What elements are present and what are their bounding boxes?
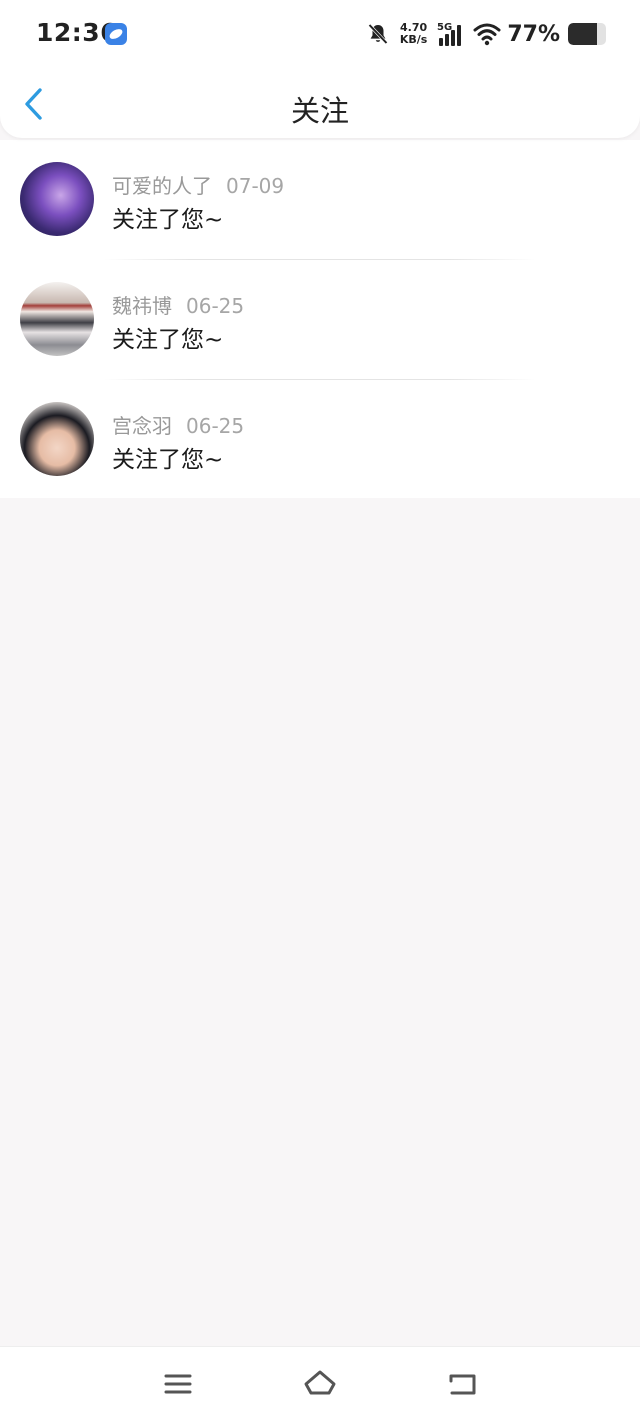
menu-icon[interactable] (161, 1369, 195, 1399)
bell-muted-icon (368, 23, 388, 45)
user-name[interactable]: 魏祎博 (112, 294, 172, 318)
nav-bar: 关注 (0, 70, 640, 138)
avatar[interactable] (20, 402, 94, 476)
item-message: 关注了您~ (112, 207, 224, 233)
battery-percent: 77% (507, 21, 560, 47)
status-icons: 4.70 KB/s 5G 77% (366, 18, 606, 50)
item-meta: 可爱的人了 07-09 (112, 170, 284, 199)
system-nav-bar (0, 1346, 640, 1422)
user-name[interactable]: 宫念羽 (112, 414, 172, 438)
network-type: 5G (437, 22, 452, 33)
app-badge-icon (105, 23, 127, 45)
item-message: 关注了您~ (112, 327, 224, 353)
app-header: 12:36 4.70 KB/s 5G 77% 关注 (0, 0, 640, 138)
item-date: 06-25 (186, 414, 245, 438)
signal-icon: 5G (437, 22, 462, 46)
wifi-icon (473, 23, 501, 46)
item-date: 06-25 (186, 294, 245, 318)
home-icon[interactable] (303, 1369, 337, 1399)
list-item[interactable]: 魏祎博 06-25 关注了您~ (0, 260, 640, 380)
battery-icon (568, 23, 606, 45)
item-message: 关注了您~ (112, 447, 224, 473)
user-name[interactable]: 可爱的人了 (112, 174, 212, 198)
follow-notification-list: 可爱的人了 07-09 关注了您~ 魏祎博 06-25 关注了您~ 宫念羽 06-25… (0, 140, 640, 498)
net-speed: 4.70 KB/s (400, 22, 427, 46)
back-icon[interactable] (445, 1369, 479, 1399)
list-item[interactable]: 可爱的人了 07-09 关注了您~ (0, 140, 640, 260)
list-item[interactable]: 宫念羽 06-25 关注了您~ (0, 380, 640, 500)
item-date: 07-09 (226, 174, 285, 198)
battery-fill (568, 23, 598, 45)
avatar[interactable] (20, 162, 94, 236)
avatar[interactable] (20, 282, 94, 356)
net-speed-unit: KB/s (399, 33, 428, 46)
item-meta: 魏祎博 06-25 (112, 290, 244, 319)
status-bar: 12:36 4.70 KB/s 5G 77% (0, 0, 640, 68)
page-title: 关注 (290, 94, 349, 128)
item-meta: 宫念羽 06-25 (112, 410, 244, 439)
